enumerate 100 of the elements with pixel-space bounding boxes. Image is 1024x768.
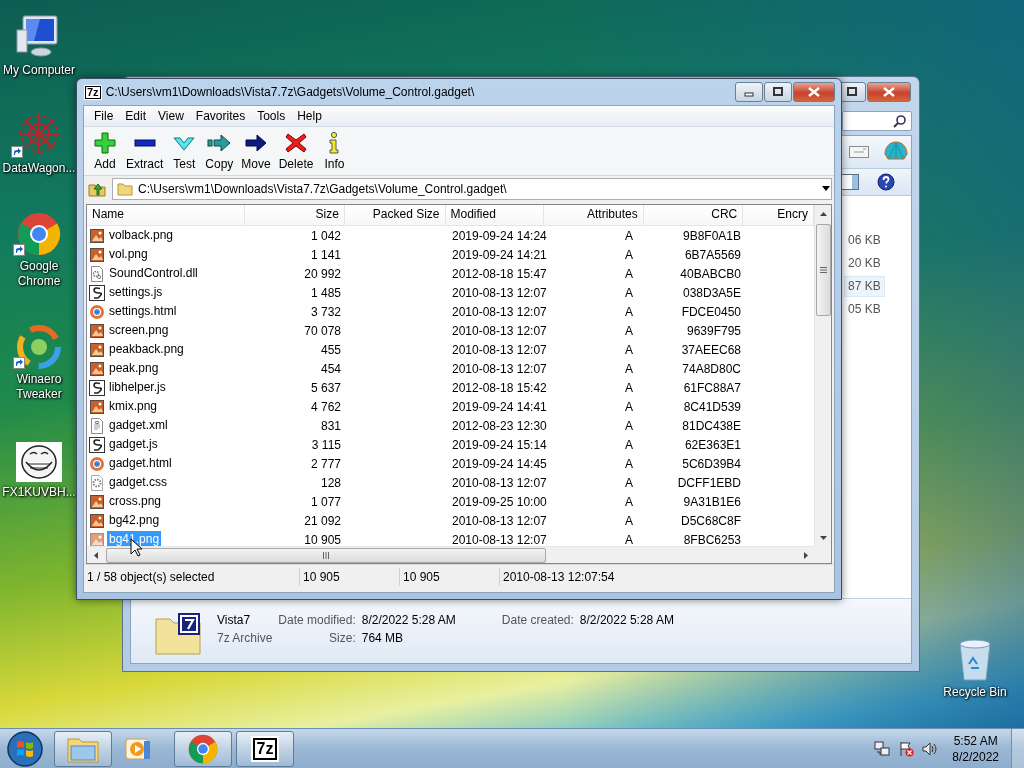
checksum-cell-text: 9A31B1E6 xyxy=(682,494,742,509)
file-name: Vista7 xyxy=(217,613,252,629)
checksum-cell-text: 37AEEC68 xyxy=(680,342,742,357)
right-arrow-icon xyxy=(803,551,808,559)
show-desktop-button[interactable] xyxy=(1011,728,1024,768)
date-cell-text: 2010-08-13 12:07 xyxy=(451,475,546,490)
column-header[interactable]: Packed Size xyxy=(344,205,446,225)
clock[interactable]: 5:52 AM 8/2/2022 xyxy=(952,732,999,765)
date-cell-text: 2010-08-13 12:07 xyxy=(451,532,546,546)
checksum-cell-text: 81DC438E xyxy=(681,418,742,433)
address-text: C:\Users\vm1\Downloads\Vista7.7z\Gadgets\Volume_Control.gadget\ xyxy=(138,182,508,196)
minimize-button[interactable] xyxy=(735,82,763,102)
date-cell-text: 2019-09-24 14:41 xyxy=(451,399,546,414)
size-cell-text: 128 xyxy=(319,475,342,490)
scrollbar-thumb[interactable] xyxy=(106,547,546,563)
archive-file-icon xyxy=(155,613,201,655)
file-name-cell[interactable]: cross.png xyxy=(107,493,164,510)
column-header[interactable]: Encry xyxy=(743,205,814,225)
window-title: C:\Users\vm1\Downloads\Vista7.7z\Gadgets\Volume_Control.gadget\ xyxy=(105,85,476,99)
file-name-cell[interactable]: gadget.html xyxy=(107,455,174,472)
file-name-cell[interactable]: SoundControl.dll xyxy=(107,265,200,282)
attribute-cell-text: A xyxy=(624,399,634,414)
taskbar-button[interactable] xyxy=(54,730,112,767)
toolbar-button[interactable]: Delete xyxy=(274,129,318,173)
scrollbar-thumb[interactable] xyxy=(815,224,831,316)
status-text: 1 / 58 object(s) selected xyxy=(84,568,300,586)
file-name-cell[interactable]: bg42.png xyxy=(107,512,162,529)
file-type: 7z Archive xyxy=(217,631,273,647)
file-name-cell[interactable]: gadget.css xyxy=(107,474,170,491)
checksum-cell-text: 6B7A5569 xyxy=(683,247,742,262)
menu-item[interactable]: Tools xyxy=(251,107,292,125)
arrow-icon xyxy=(207,131,232,155)
size-cell-text: 70 078 xyxy=(303,323,342,338)
column-header[interactable]: Modified xyxy=(445,205,545,225)
file-name-cell[interactable]: volback.png xyxy=(107,227,176,244)
maximize-icon xyxy=(773,87,783,97)
toolbar-button[interactable]: Info xyxy=(317,129,352,173)
toolbar-button[interactable]: Extract xyxy=(122,129,168,173)
date-cell-text: 2010-08-13 12:07 xyxy=(451,285,546,300)
close-button[interactable] xyxy=(793,82,835,102)
column-header[interactable]: Name xyxy=(87,205,246,225)
file-name-cell[interactable]: libhelper.js xyxy=(107,379,168,396)
size-cell-text: 21 092 xyxy=(303,513,342,528)
size-cell-text: 10 905 xyxy=(303,532,342,546)
file-name-cell[interactable]: kmix.png xyxy=(107,398,160,415)
menu-item[interactable]: Edit xyxy=(119,107,153,125)
file-name-cell[interactable]: peak.png xyxy=(107,360,161,377)
size-cell-text: 20 992 xyxy=(303,266,342,281)
column-header[interactable]: CRC xyxy=(643,205,744,225)
toolbar-button[interactable]: Add xyxy=(88,129,122,173)
menu-item[interactable]: Favorites xyxy=(189,107,252,125)
toolbar-button[interactable]: Test xyxy=(167,129,202,173)
icon-label: Recycle Bin xyxy=(943,685,1007,700)
app-icon: 7z xyxy=(252,737,278,760)
search-field[interactable] xyxy=(842,111,912,131)
close-icon xyxy=(883,87,895,97)
column-header[interactable]: Attributes xyxy=(544,205,644,225)
flag-icon[interactable] xyxy=(898,740,915,757)
icon-label: Winaero Tweaker xyxy=(15,372,63,402)
checksum-cell-text: 8FBC6253 xyxy=(682,532,742,546)
file-name-cell[interactable]: peakback.png xyxy=(107,341,186,358)
file-name-cell[interactable]: settings.js xyxy=(107,284,165,301)
file-name-cell[interactable]: gadget.xml xyxy=(107,417,170,434)
address-field[interactable]: C:\Users\vm1\Downloads\Vista7.7z\Gadgets\Volume_Control.gadget\ xyxy=(112,178,832,200)
chrome-icon xyxy=(188,733,218,764)
file-name-cell[interactable]: vol.png xyxy=(107,246,150,263)
image-file-icon xyxy=(89,322,105,339)
taskbar-button[interactable] xyxy=(174,730,232,767)
menu-item[interactable]: Help xyxy=(291,107,328,125)
maximize-button[interactable] xyxy=(764,82,792,102)
script-file-icon xyxy=(89,284,105,301)
size-cell-text: 455 xyxy=(319,342,342,357)
speaker-icon[interactable] xyxy=(922,740,939,757)
chrome-icon[interactable] xyxy=(17,212,61,256)
cartoon-face-icon[interactable] xyxy=(16,442,62,482)
menu-item[interactable]: File xyxy=(88,107,120,125)
icon-label: My Computer xyxy=(3,63,75,78)
taskbar-button[interactable]: 7z xyxy=(236,730,294,767)
file-size-cell: 87 KB xyxy=(844,276,885,297)
size-cell-text: 3 732 xyxy=(309,304,342,319)
status-text: 2010-08-13 12:07:54 xyxy=(502,569,616,586)
column-header[interactable]: Size xyxy=(245,205,345,225)
maximize-icon xyxy=(847,87,857,97)
toolbar-button[interactable]: Move xyxy=(237,129,275,173)
network-icon[interactable] xyxy=(874,740,891,757)
file-name-cell[interactable]: gadget.js xyxy=(107,436,160,453)
menu-item[interactable]: View xyxy=(152,107,190,125)
start-button[interactable] xyxy=(6,729,44,768)
close-button[interactable] xyxy=(867,82,911,102)
attribute-cell-text: A xyxy=(624,323,634,338)
file-name-cell[interactable]: settings.html xyxy=(107,303,179,320)
help-icon[interactable] xyxy=(877,173,895,191)
toolbar-button[interactable]: Copy xyxy=(201,129,238,173)
date-cell-text: 2019-09-25 10:00 xyxy=(451,494,546,509)
change-view-icon[interactable] xyxy=(849,144,869,160)
date-cell-text: 2010-08-13 12:07 xyxy=(451,323,546,338)
date-cell-text: 2012-08-23 12:30 xyxy=(451,418,546,433)
recycle-bin-icon[interactable] xyxy=(957,638,993,682)
file-name-cell[interactable]: screen.png xyxy=(107,322,171,339)
image-file-icon xyxy=(89,227,105,244)
